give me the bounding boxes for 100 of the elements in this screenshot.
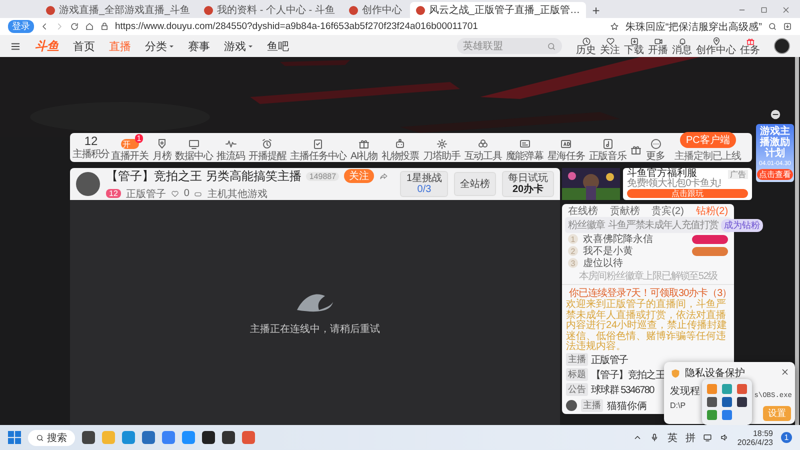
wave-icon	[224, 138, 237, 150]
rank-button[interactable]: 全站榜	[454, 172, 496, 196]
search-field[interactable]: 英雄联盟	[457, 38, 562, 54]
star-icon[interactable]	[610, 22, 620, 31]
back-icon[interactable]	[40, 22, 49, 31]
gift-icon	[630, 144, 642, 156]
ranking-tab[interactable]: 贵宾(2)	[652, 204, 684, 218]
info-label: 主播	[566, 353, 588, 366]
role-label: 主播	[581, 399, 603, 412]
nav-item[interactable]: 首页	[73, 38, 95, 54]
tray-icon[interactable]	[707, 396, 718, 407]
toolbar-item[interactable]: 正版音乐	[588, 134, 628, 162]
tray-icon[interactable]	[736, 396, 747, 407]
microphone-icon[interactable]	[650, 433, 660, 442]
category-link[interactable]: 主机其他游戏	[207, 186, 268, 200]
toolbar-item[interactable]: AI礼物	[350, 134, 378, 162]
robot-icon	[394, 138, 406, 150]
camera-icon	[654, 36, 662, 46]
challenge-button[interactable]: 1星挑战 0/3	[400, 171, 448, 197]
popup-title: 隐私设备保护	[685, 366, 745, 380]
header-action[interactable]: 开播	[648, 36, 668, 56]
file-path: D:\P	[670, 401, 686, 410]
like-icon	[170, 190, 179, 198]
caret-icon[interactable]	[248, 44, 253, 48]
level-badge: 12	[106, 189, 121, 198]
app-icon[interactable]	[82, 431, 95, 444]
fan-name[interactable]: 欢喜佛陀降永信	[583, 232, 653, 246]
toolbar-item[interactable]: 月榜	[151, 134, 172, 162]
browser-tab[interactable]: 游戏直播_全部游戏直播_斗鱼	[40, 2, 196, 18]
monitor-icon[interactable]	[703, 433, 712, 442]
lock-icon	[100, 22, 109, 31]
taskbar-search[interactable]: 搜索	[28, 430, 75, 446]
ranking-tab[interactable]: 贡献榜	[610, 204, 640, 218]
user-avatar[interactable]	[774, 38, 790, 54]
browser-tab[interactable]: 我的资料 - 个人中心 - 斗鱼	[198, 2, 341, 18]
score-label: 主播积分	[72, 148, 110, 160]
count-badge: 1	[134, 134, 144, 142]
browser-tab[interactable]: 创作中心	[342, 2, 408, 18]
app-icon[interactable]	[202, 431, 215, 444]
reload-icon[interactable]	[70, 22, 79, 31]
monitor-icon	[188, 138, 200, 150]
header-action[interactable]: 关注	[600, 36, 620, 56]
ad-card[interactable]: 斗鱼官方福利服 广告 免费!领大礼包0卡鱼丸! 点击跟玩	[623, 168, 752, 200]
address-field[interactable]: https://www.douyu.com/284550?dyshid=a9b84a-16f653ab5f270f23f24a016b00011701	[115, 21, 604, 32]
header-action[interactable]: 创作中心	[696, 36, 736, 56]
tray-icon[interactable]	[722, 396, 732, 407]
browser-tab[interactable]: 风云之战_正版管子直播_正版管…	[410, 2, 586, 18]
scrollbar[interactable]	[795, 57, 799, 425]
clock-icon	[582, 36, 590, 46]
share-icon[interactable]	[379, 172, 388, 180]
toolbar-item[interactable]: 开播提醒	[248, 134, 288, 162]
toolbar-item[interactable]: 魔能弹幕	[504, 134, 544, 162]
header-action[interactable]: 任务	[740, 36, 760, 56]
fan-name[interactable]: 虚位以待	[583, 256, 623, 270]
toolbar-item[interactable]: 礼物投票	[380, 134, 420, 162]
input-method-indicator[interactable]: 英	[667, 430, 678, 444]
fan-name[interactable]: 我不是小黄	[583, 244, 633, 258]
hot-search-link[interactable]: 朱珠回应“把保洁服穿出高级感”	[625, 20, 762, 34]
client-note: 主播定制已上线	[674, 150, 742, 163]
toolbar-item[interactable]: 刀塔助手	[422, 134, 462, 162]
header-action[interactable]: 历史	[576, 36, 596, 56]
header-action[interactable]: 下载	[624, 36, 644, 56]
toolbar-item[interactable]: 主播任务中心	[289, 134, 348, 162]
menu-icon[interactable]	[10, 40, 21, 52]
toolbar-item[interactable]: 数据中心	[174, 134, 214, 162]
chat-user-name[interactable]: 猫猫你俩	[607, 398, 647, 412]
caret-icon[interactable]	[169, 44, 174, 48]
ad-title: 斗鱼官方福利服	[627, 169, 697, 179]
chevron-icon[interactable]	[633, 433, 642, 442]
nav-item[interactable]: 鱼吧	[267, 38, 289, 54]
start-icon[interactable]	[8, 431, 21, 444]
maximize-icon[interactable]	[760, 6, 768, 14]
nav-item[interactable]: 分类	[145, 38, 167, 54]
streamer-name[interactable]: 正版管子	[126, 186, 166, 200]
toolbar-item[interactable]: 互动工具	[463, 134, 503, 162]
bell-icon	[678, 36, 686, 46]
collapse-icon[interactable]	[770, 109, 780, 120]
nav-item[interactable]: 游戏	[224, 38, 246, 54]
video-player[interactable]: 主播正在连线中，请稍后重试	[70, 200, 560, 425]
ranking-tab[interactable]: 在线榜	[568, 204, 598, 218]
input-method-indicator[interactable]: 拼	[685, 430, 696, 444]
speaker-icon[interactable]	[720, 433, 730, 442]
become-fan-button[interactable]: 成为钻粉	[721, 218, 764, 232]
streamer-avatar[interactable]	[76, 172, 100, 196]
new-tab-button[interactable]: +	[588, 2, 604, 18]
toolbar-item[interactable]: 星海任务	[546, 134, 586, 162]
gift-icon	[358, 138, 370, 150]
daily-button[interactable]: 每日试玩 20办卡	[502, 171, 554, 197]
nav-item[interactable]: 赛事	[188, 38, 210, 54]
search-icon[interactable]	[768, 22, 777, 31]
toolbar-item[interactable]: 开 1 直播开关	[110, 134, 150, 162]
download-icon[interactable]	[783, 22, 792, 31]
clock[interactable]: 18:59 2026/4/23	[737, 428, 773, 446]
app-icon[interactable]	[222, 431, 235, 444]
toolbar-item[interactable]: 推流码	[216, 134, 246, 162]
header-action[interactable]: 消息	[672, 36, 692, 56]
toolbar-item[interactable]: 更多	[645, 134, 666, 162]
close-icon[interactable]	[782, 6, 790, 14]
home-icon[interactable]	[85, 22, 94, 31]
notification-badge[interactable]: 1	[781, 432, 792, 443]
